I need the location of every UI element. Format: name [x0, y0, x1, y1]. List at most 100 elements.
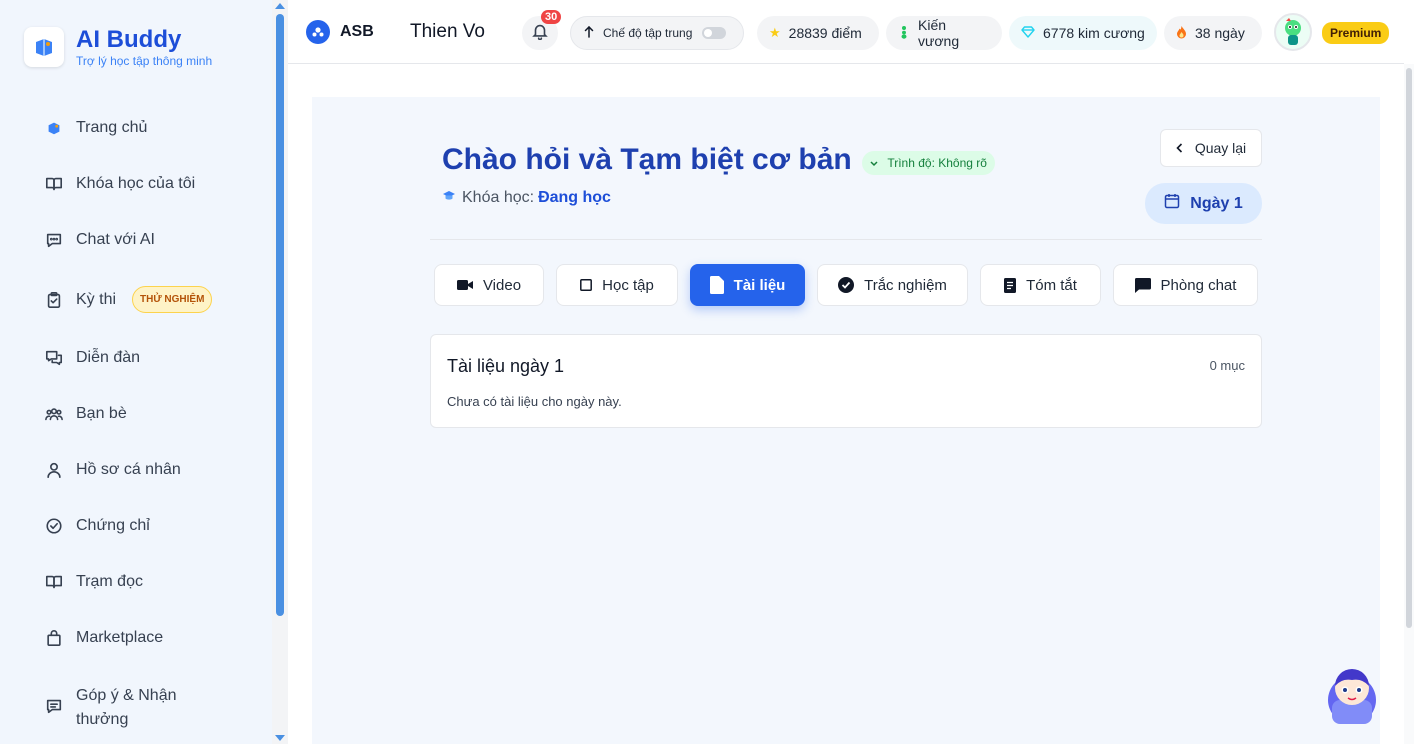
sidebar-item-label: Trang chủ [76, 119, 148, 136]
diamonds-chip[interactable]: 6778 kim cương [1009, 16, 1157, 50]
rank-chip[interactable]: Kiến vương [886, 16, 1002, 50]
sidebar-item-feedback[interactable]: Góp ý & Nhận thưởng [44, 684, 196, 732]
page-title: Chào hỏi và Tạm biệt cơ bản [442, 143, 852, 176]
check-circle-icon [44, 516, 64, 536]
home-logo-icon [44, 118, 64, 138]
tab-documents[interactable]: Tài liệu [690, 264, 805, 306]
documents-empty-message: Chưa có tài liệu cho ngày này. [447, 394, 622, 409]
forum-icon [44, 348, 64, 368]
sidebar-item-my-courses[interactable]: Khóa học của tôi [44, 174, 195, 194]
tab-label: Video [482, 276, 522, 294]
course-status: Khóa học: Đang học [442, 189, 611, 207]
focus-mode-toggle[interactable]: Chế độ tập trung [570, 16, 744, 50]
premium-badge: Premium [1322, 22, 1390, 44]
assistant-mascot-button[interactable] [1322, 660, 1382, 726]
tab-label: Học tập [602, 276, 654, 294]
focus-mode-label: Chế độ tập trung [603, 26, 693, 40]
tab-label: Phòng chat [1160, 276, 1237, 294]
course-status-value: Đang học [538, 189, 611, 206]
main-scroll-thumb[interactable] [1406, 68, 1412, 628]
back-button[interactable]: Quay lại [1160, 129, 1262, 167]
documents-card: Tài liệu ngày 1 0 mục Chưa có tài liệu c… [430, 334, 1262, 428]
scroll-down-arrow-icon[interactable] [275, 735, 285, 741]
tab-study[interactable]: Học tập [556, 264, 678, 306]
diamond-icon [1021, 25, 1035, 41]
square-icon [580, 279, 593, 291]
brand-title: AI Buddy [76, 26, 182, 53]
main-scrollbar[interactable] [1404, 64, 1414, 744]
sidebar-item-label: Bạn bè [76, 405, 127, 422]
course-label: Khóa học: [462, 189, 535, 206]
sidebar-item-profile[interactable]: Hồ sơ cá nhân [44, 460, 181, 480]
sidebar-scrollbar[interactable] [272, 0, 288, 744]
top-bar: ASB Thien Vo 30 Chế độ tập trung ★ 28839… [288, 0, 1404, 64]
sidebar-item-certificates[interactable]: Chứng chỉ [44, 516, 150, 536]
username: Thien Vo [410, 21, 485, 42]
video-icon [456, 279, 473, 291]
points-value: 28839 điểm [788, 25, 862, 41]
arrow-up-icon [583, 25, 595, 41]
tab-label: Trắc nghiệm [864, 276, 947, 294]
sidebar-item-label: Trạm đọc [76, 573, 143, 590]
summary-icon [1004, 277, 1017, 293]
sidebar-item-reading[interactable]: Trạm đọc [44, 572, 143, 592]
rank-value: Kiến vương [918, 17, 960, 49]
fire-icon [1176, 25, 1187, 42]
divider [430, 239, 1262, 240]
open-book-icon [44, 572, 64, 592]
org-icon [306, 20, 330, 44]
check-badge-icon [838, 277, 855, 293]
sidebar-item-label: Diễn đàn [76, 349, 141, 366]
sidebar-item-chat-ai[interactable]: Chat với AI [44, 230, 155, 250]
sidebar-item-forum[interactable]: Diễn đàn [44, 348, 140, 368]
points-chip[interactable]: ★ 28839 điểm [757, 16, 879, 50]
notification-count-badge: 30 [541, 10, 562, 24]
sidebar: AI Buddy Trợ lý học tập thông minh Trang… [0, 0, 272, 744]
calendar-icon [1164, 193, 1180, 214]
chat-bubble-icon [1134, 277, 1151, 293]
streak-chip[interactable]: 38 ngày [1164, 16, 1262, 50]
tab-summary[interactable]: Tóm tắt [980, 264, 1101, 306]
scroll-thumb[interactable] [276, 14, 284, 616]
tab-label: Tóm tắt [1026, 276, 1077, 294]
shopping-bag-icon [44, 628, 64, 648]
beta-badge: THỬ NGHIỆM [132, 286, 213, 313]
tab-chat-room[interactable]: Phòng chat [1113, 264, 1258, 306]
sidebar-item-label: Marketplace [76, 629, 164, 646]
user-icon [44, 460, 64, 480]
chevron-down-icon [870, 156, 881, 170]
avatar[interactable] [1274, 13, 1312, 51]
sidebar-item-home[interactable]: Trang chủ [44, 118, 147, 138]
scroll-up-arrow-icon[interactable] [275, 3, 285, 9]
star-icon: ★ [769, 25, 781, 40]
level-badge: Trình độ: Không rõ [862, 151, 995, 175]
bell-icon [531, 22, 549, 45]
brand-logo-icon [24, 27, 64, 67]
tab-video[interactable]: Video [434, 264, 544, 306]
documents-title: Tài liệu ngày 1 [447, 356, 565, 376]
tab-label: Tài liệu [733, 276, 786, 294]
brand[interactable]: AI Buddy Trợ lý học tập thông minh [24, 26, 212, 68]
day-selector[interactable]: Ngày 1 [1145, 183, 1262, 224]
streak-value: 38 ngày [1195, 25, 1245, 41]
sidebar-item-label: Chat với AI [76, 231, 155, 248]
sidebar-item-exams[interactable]: Kỳ thi THỬ NGHIỆM [44, 286, 213, 313]
users-icon [44, 404, 64, 424]
org-switcher[interactable]: ASB [306, 20, 374, 44]
sidebar-item-marketplace[interactable]: Marketplace [44, 628, 163, 648]
brand-subtitle: Trợ lý học tập thông minh [76, 54, 213, 68]
chevron-left-icon [1176, 140, 1183, 156]
sidebar-item-label: Hồ sơ cá nhân [76, 461, 181, 478]
ant-icon [898, 25, 910, 42]
level-label: Trình độ: Không rõ [887, 156, 987, 170]
sidebar-item-label: Khóa học của tôi [76, 175, 196, 192]
documents-count: 0 mục [1209, 358, 1245, 373]
sidebar-item-friends[interactable]: Bạn bè [44, 404, 127, 424]
diamonds-value: 6778 kim cương [1043, 25, 1145, 41]
chat-icon [44, 230, 64, 250]
clipboard-icon [44, 290, 64, 310]
focus-toggle-switch[interactable] [702, 27, 727, 39]
feedback-icon [44, 696, 64, 716]
tab-quiz[interactable]: Trắc nghiệm [817, 264, 968, 306]
day-label: Ngày 1 [1190, 194, 1243, 212]
